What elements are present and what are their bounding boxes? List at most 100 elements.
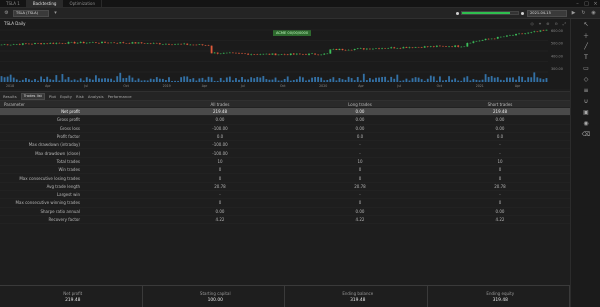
table-row[interactable]: Gross profit 0.00 0.00 0.00 [0,116,570,125]
table-row[interactable]: Max consecutive losing trades 0 0 0 [0,174,570,183]
table-row[interactable]: Total trades 10 10 10 [0,158,570,167]
candle-body [225,52,228,54]
row-value: -100.00 [212,150,228,156]
zoom-out-icon[interactable]: ⊖ [554,21,557,26]
candle-body [204,45,207,46]
candle-body [317,54,320,56]
column-header[interactable]: Parameter [0,102,150,107]
table-row[interactable]: Gross loss -100.00 0.00 0.00 [0,125,570,133]
row-value: 0.00 [355,125,365,131]
price-chart[interactable]: TSLA Daily ◎ ⌖ ⊕ ⊖ ⤢ ACME 00/00/0000 600… [0,19,570,89]
candle-body [375,48,377,49]
volume-bar [201,77,204,82]
candle-body [125,43,128,44]
shapes-icon[interactable]: ◇ [571,74,600,85]
fullscreen-icon[interactable]: ⤢ [563,21,566,26]
refresh-icon[interactable]: ↻ [580,10,587,17]
candle-body [82,41,85,44]
text-icon[interactable]: T [571,52,600,63]
row-label: Win trades [58,167,80,173]
minimize-icon[interactable]: – [573,0,582,7]
cursor-icon[interactable]: ↖ [571,19,600,30]
volume-bar [104,78,106,82]
close-icon[interactable]: × [591,0,600,7]
row-value: 0.00 [495,125,505,131]
eye-icon[interactable]: ◉ [571,118,600,129]
time-axis-label: Apr [202,84,208,88]
table-row[interactable]: Max drawdown (close) -100.00 - - [0,149,570,158]
volume-bar [417,77,420,82]
candle-body [454,45,457,47]
volume-bar [119,72,122,82]
table-row[interactable]: Win trades 0 0 0 [0,166,570,175]
crosshair-icon[interactable]: ＋ [571,30,600,41]
candle-body [98,42,100,44]
table-row[interactable]: Largest win - - - [0,191,570,200]
crosshair-icon[interactable]: ⌖ [539,21,541,26]
volume-bar [387,80,390,82]
lock-icon[interactable]: ▣ [571,107,600,118]
volume-bar [88,78,91,82]
table-row[interactable]: Profit factor 0.0 0.0 0.0 [0,133,570,142]
progress-start-dot [456,11,459,15]
table-row[interactable]: Recovery factor 4.22 4.22 4.22 [0,216,570,225]
analysis-tab[interactable]: Analysis [88,94,104,99]
candle-body [432,46,435,47]
volume-bar [499,79,502,82]
volume-bar [435,80,438,82]
trendline-icon[interactable]: ╱ [571,41,600,52]
table-row[interactable]: Max drawdown (intraday) -100.00 - - [0,141,570,150]
candlestick-chart[interactable]: 600.00 500.00 400.00 300.00 2018 Apr Jul Oct 201… [0,28,570,89]
volume-bar [445,80,447,82]
date-field[interactable]: 2021-04-15 [527,9,567,17]
ruler-icon[interactable]: ▭ [571,63,600,74]
column-header[interactable]: Long trades [290,102,430,107]
symbol-field[interactable]: TSLA (TSLA) [13,9,49,17]
volume-bar [335,80,338,82]
risk-tab[interactable]: Risk [76,94,84,99]
tab-optimization[interactable]: Optimization [63,0,103,7]
volume-bar [0,76,3,82]
column-header[interactable]: All trades [150,102,290,107]
volume-bar [225,77,228,82]
volume-bar [58,80,61,82]
candle-body [280,54,283,55]
candle-body [201,44,204,46]
tab-chart[interactable]: TSLA 1 [0,0,27,7]
table-row[interactable]: Max consecutive winning trades 0 0 0 [0,199,570,208]
zoom-in-icon[interactable]: ⊕ [546,21,549,26]
equity-tab[interactable]: Equity [60,94,72,99]
volume-bar [9,74,12,82]
tab-backtesting[interactable]: Backtesting [26,0,64,7]
table-row[interactable]: Sharpe ratio annual 0.00 0.00 0.00 [0,208,570,216]
settings-icon[interactable]: ⚙ [3,10,10,17]
column-header[interactable]: Short trades [430,102,570,107]
summary-ending-balance: Ending balance 319.48 [285,286,428,307]
candle-body [134,42,137,44]
trash-icon[interactable]: ⌫ [571,129,600,140]
row-value: - [359,192,361,198]
volume-bar [429,75,432,82]
performance-tab[interactable]: Performance [108,94,132,99]
target-icon[interactable]: ◎ [530,21,534,26]
camera-icon[interactable]: ◉ [590,10,597,17]
candle-body [490,38,493,40]
play-icon[interactable]: ▶ [570,10,577,17]
candle-body [49,42,52,44]
candle-body [493,38,496,40]
volume-bar [481,79,484,82]
volume-bar [46,76,49,82]
magnet-icon[interactable]: ∪ [571,96,600,107]
maximize-icon[interactable]: □ [582,0,591,7]
candle-body [435,45,438,47]
table-row[interactable]: Net profit 219.48 0.00 219.48 [0,108,570,117]
table-row[interactable]: Avg trade length 20.78 20.78 20.78 [0,183,570,191]
volume-bar [414,77,417,82]
row-value: 0.00 [495,208,505,214]
results-tab[interactable]: Results [3,94,17,99]
trades-list-select[interactable]: Trades list [20,92,45,100]
plot-tab[interactable]: Plot [49,94,56,99]
fibonacci-icon[interactable]: ≡ [571,85,600,96]
chevron-down-icon[interactable]: ▾ [52,10,59,17]
candle-body [530,32,533,33]
